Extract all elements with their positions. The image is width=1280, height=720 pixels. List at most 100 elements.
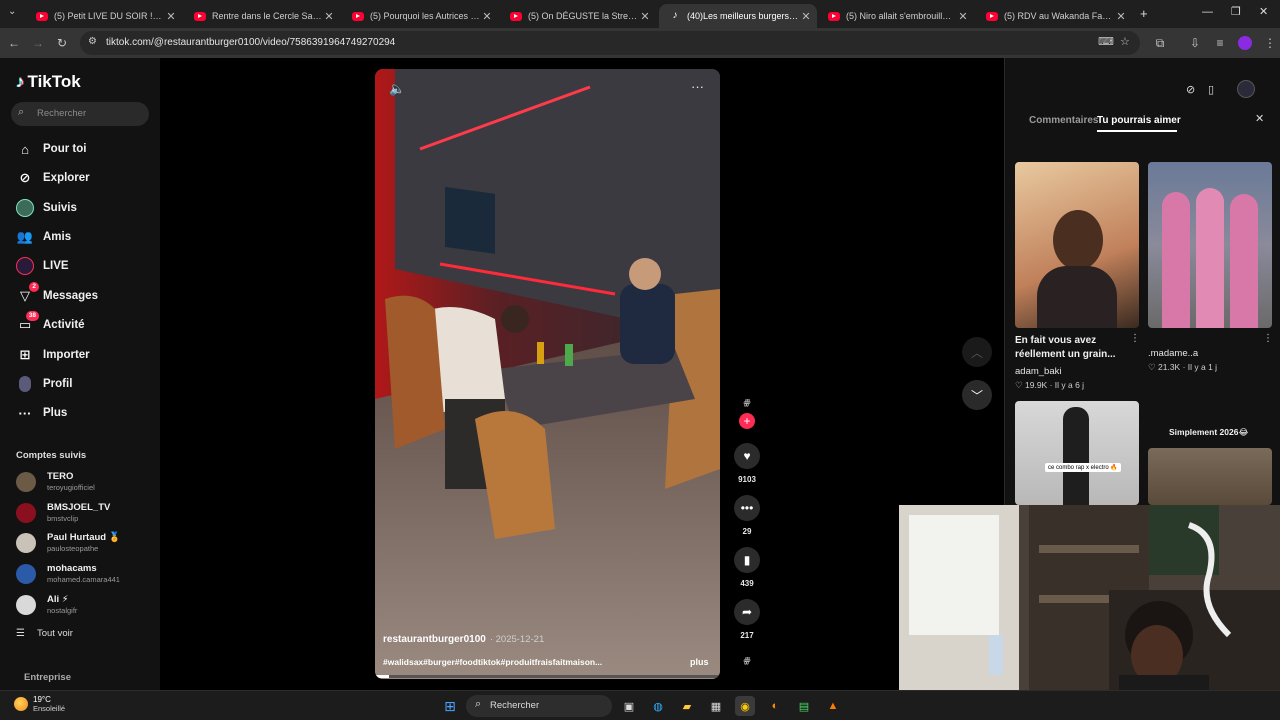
firefox-icon[interactable]: ◐ bbox=[765, 696, 785, 716]
browser-tab[interactable]: (5) Pourquoi les Autrices gagne ✕ bbox=[342, 4, 498, 28]
video-author[interactable]: restaurantburger0100 · 2025-12-21 bbox=[383, 634, 544, 645]
close-icon[interactable]: ✕ bbox=[1114, 10, 1128, 23]
music-disc-icon[interactable]: ꙮ bbox=[734, 656, 760, 665]
followed-account[interactable]: mohacams mohamed.camara441 bbox=[16, 562, 156, 588]
tiktok-logo[interactable]: ♪ TikTok bbox=[16, 72, 81, 92]
minimize-icon[interactable]: — bbox=[1202, 6, 1213, 18]
browser-tab[interactable]: (5) RDV au Wakanda Factory 😍 ✕ bbox=[976, 4, 1132, 28]
profile-avatar-icon[interactable] bbox=[1238, 36, 1252, 50]
task-view-icon[interactable]: ▣ bbox=[619, 696, 639, 716]
suggested-video-caption[interactable]: En fait vous avez réellement un grain... bbox=[1015, 334, 1125, 362]
next-video-button[interactable]: ﹀ bbox=[962, 380, 992, 410]
follow-plus-icon[interactable]: + bbox=[739, 413, 755, 429]
browser-tab[interactable]: (5) Petit LIVE DU SOIR ! - YouTu ✕ bbox=[26, 4, 182, 28]
nav-item-amis[interactable]: 👥 Amis bbox=[16, 227, 71, 247]
followed-account[interactable]: Paul Hurtaud 🏅 paulosteopathe bbox=[16, 531, 156, 557]
vlc-icon[interactable]: ▲ bbox=[823, 696, 843, 716]
close-panel-icon[interactable]: ✕ bbox=[1255, 112, 1264, 125]
tab-search-icon[interactable]: ⌄ bbox=[8, 6, 16, 17]
windows-start-icon[interactable]: ⊞ bbox=[440, 696, 460, 716]
close-icon[interactable]: ✕ bbox=[638, 10, 652, 23]
tab-label: (5) Petit LIVE DU SOIR ! - YouTu bbox=[54, 11, 164, 21]
translate-icon[interactable]: ⌨ bbox=[1098, 35, 1114, 48]
nav-item-suivis[interactable]: Suivis bbox=[16, 198, 77, 218]
more-options-icon[interactable]: ⋮ bbox=[1263, 333, 1273, 344]
browser-tab[interactable]: (5) Niro allait s'embrouiller ave ✕ bbox=[818, 4, 974, 28]
tab-suggested[interactable]: Tu pourrais aimer bbox=[1097, 115, 1181, 126]
suggested-video-thumbnail[interactable]: ce combo rap x electro 🔥 bbox=[1015, 401, 1139, 505]
new-tab-button[interactable]: + bbox=[1140, 6, 1148, 21]
compass-icon[interactable]: ⊘ bbox=[1186, 83, 1195, 96]
device-icon[interactable]: ▯ bbox=[1208, 83, 1214, 96]
close-icon[interactable]: ✕ bbox=[164, 10, 178, 23]
nav-item-pour-toi[interactable]: ⌂ Pour toi bbox=[16, 139, 86, 159]
share-button[interactable]: ➦ 217 bbox=[734, 599, 760, 640]
tab-comments[interactable]: Commentaires bbox=[1029, 115, 1098, 126]
search-icon: ⌕ bbox=[475, 698, 482, 710]
like-button[interactable]: ♥ 9103 bbox=[734, 443, 760, 484]
store-icon[interactable]: ▦ bbox=[706, 696, 726, 716]
volume-icon[interactable]: 🔈 bbox=[389, 81, 405, 97]
download-icon[interactable]: ⇩ bbox=[1185, 28, 1205, 58]
suggested-video-thumbnail[interactable] bbox=[1015, 162, 1139, 328]
followed-account[interactable]: Ali ⚡ nostalgifr bbox=[16, 593, 156, 619]
site-info-icon[interactable]: ⚙ bbox=[88, 36, 97, 47]
sun-icon bbox=[14, 697, 28, 711]
nav-item-profil[interactable]: Profil bbox=[16, 374, 72, 394]
more-options-icon[interactable]: ··· bbox=[691, 79, 704, 94]
browser-tab-active[interactable]: ♪ (40)Les meilleurs burgers à Par ✕ bbox=[659, 4, 817, 28]
url-text[interactable]: tiktok.com/@restaurantburger0100/video/7… bbox=[106, 37, 395, 48]
extensions-icon[interactable]: ⧉ bbox=[1150, 28, 1170, 58]
account-handle: paulosteopathe bbox=[47, 544, 99, 553]
weather-widget[interactable]: 19°C Ensoleillé bbox=[14, 695, 65, 713]
user-avatar-icon[interactable] bbox=[1237, 80, 1255, 98]
creator-avatar[interactable]: ꙮ + bbox=[734, 398, 760, 430]
close-icon[interactable]: ✕ bbox=[322, 10, 336, 23]
author-name[interactable]: restaurantburger0100 bbox=[383, 634, 486, 645]
obs-icon[interactable]: ▤ bbox=[794, 696, 814, 716]
video-player[interactable]: 🔈 ··· restaurantburger0100 · 2025-12-21 #… bbox=[375, 69, 720, 679]
close-icon[interactable]: ✕ bbox=[956, 10, 970, 23]
edge-icon[interactable]: ◍ bbox=[648, 696, 668, 716]
nav-item-explorer[interactable]: ⊘ Explorer bbox=[16, 168, 90, 188]
menu-dots-icon[interactable]: ⋮ bbox=[1260, 28, 1280, 58]
suggested-video-caption[interactable]: Simplement 2026😂 bbox=[1169, 425, 1248, 439]
back-icon[interactable]: ← bbox=[4, 28, 24, 58]
browser-tab[interactable]: Rentre dans le Cercle Saison 4 ; ✕ bbox=[184, 4, 340, 28]
see-more-link[interactable]: plus bbox=[690, 657, 709, 667]
close-icon[interactable]: ✕ bbox=[799, 10, 813, 23]
bookmark-star-icon[interactable]: ☆ bbox=[1120, 35, 1130, 48]
taskbar-search[interactable]: ⌕ Rechercher bbox=[466, 695, 612, 717]
comment-button[interactable]: ••• 29 bbox=[734, 495, 760, 536]
see-all-link[interactable]: ☰ Tout voir bbox=[16, 628, 73, 639]
search-input[interactable]: ⌕ Rechercher bbox=[11, 102, 149, 126]
followed-account[interactable]: TERO teroyugiofficiel bbox=[16, 470, 156, 496]
footer-entreprise[interactable]: Entreprise bbox=[24, 672, 71, 683]
address-bar[interactable]: ⚙ tiktok.com/@restaurantburger0100/video… bbox=[80, 31, 1140, 55]
close-window-icon[interactable]: ✕ bbox=[1259, 5, 1268, 18]
nav-item-messages[interactable]: ▽ 2 Messages bbox=[16, 282, 98, 306]
close-icon[interactable]: ✕ bbox=[480, 10, 494, 23]
media-control-icon[interactable]: ≡ bbox=[1210, 28, 1230, 58]
suggested-video-thumbnail[interactable] bbox=[1148, 162, 1272, 328]
file-explorer-icon[interactable]: ▰ bbox=[677, 696, 697, 716]
maximize-icon[interactable]: ❐ bbox=[1231, 5, 1241, 18]
video-progress-bar[interactable] bbox=[375, 675, 720, 678]
nav-item-live[interactable]: LIVE bbox=[16, 256, 69, 276]
browser-tab[interactable]: (5) On DÉGUSTE la Street Food ✕ bbox=[500, 4, 656, 28]
forward-icon[interactable]: → bbox=[28, 28, 48, 58]
nav-item-importer[interactable]: ⊞ Importer bbox=[16, 345, 90, 365]
thumbnail-body bbox=[1037, 266, 1117, 328]
previous-video-button[interactable]: ︿ bbox=[962, 337, 992, 367]
save-button[interactable]: ▮ 439 bbox=[734, 547, 760, 588]
suggested-video-author[interactable]: adam_baki bbox=[1015, 366, 1061, 377]
nav-item-activite[interactable]: ▭ 38 Activité bbox=[16, 311, 85, 335]
video-hashtags[interactable]: #walidsax#burger#foodtiktok#produitfrais… bbox=[383, 657, 633, 667]
followed-account[interactable]: BMSJOEL_TV bmstvclip bbox=[16, 501, 156, 527]
suggested-video-thumbnail[interactable] bbox=[1148, 448, 1272, 505]
chrome-icon[interactable]: ◉ bbox=[735, 696, 755, 716]
nav-item-plus[interactable]: ··· Plus bbox=[16, 403, 68, 423]
suggested-video-author[interactable]: .madame..a bbox=[1148, 348, 1198, 359]
more-options-icon[interactable]: ⋮ bbox=[1130, 333, 1140, 344]
reload-icon[interactable]: ↻ bbox=[52, 28, 72, 58]
